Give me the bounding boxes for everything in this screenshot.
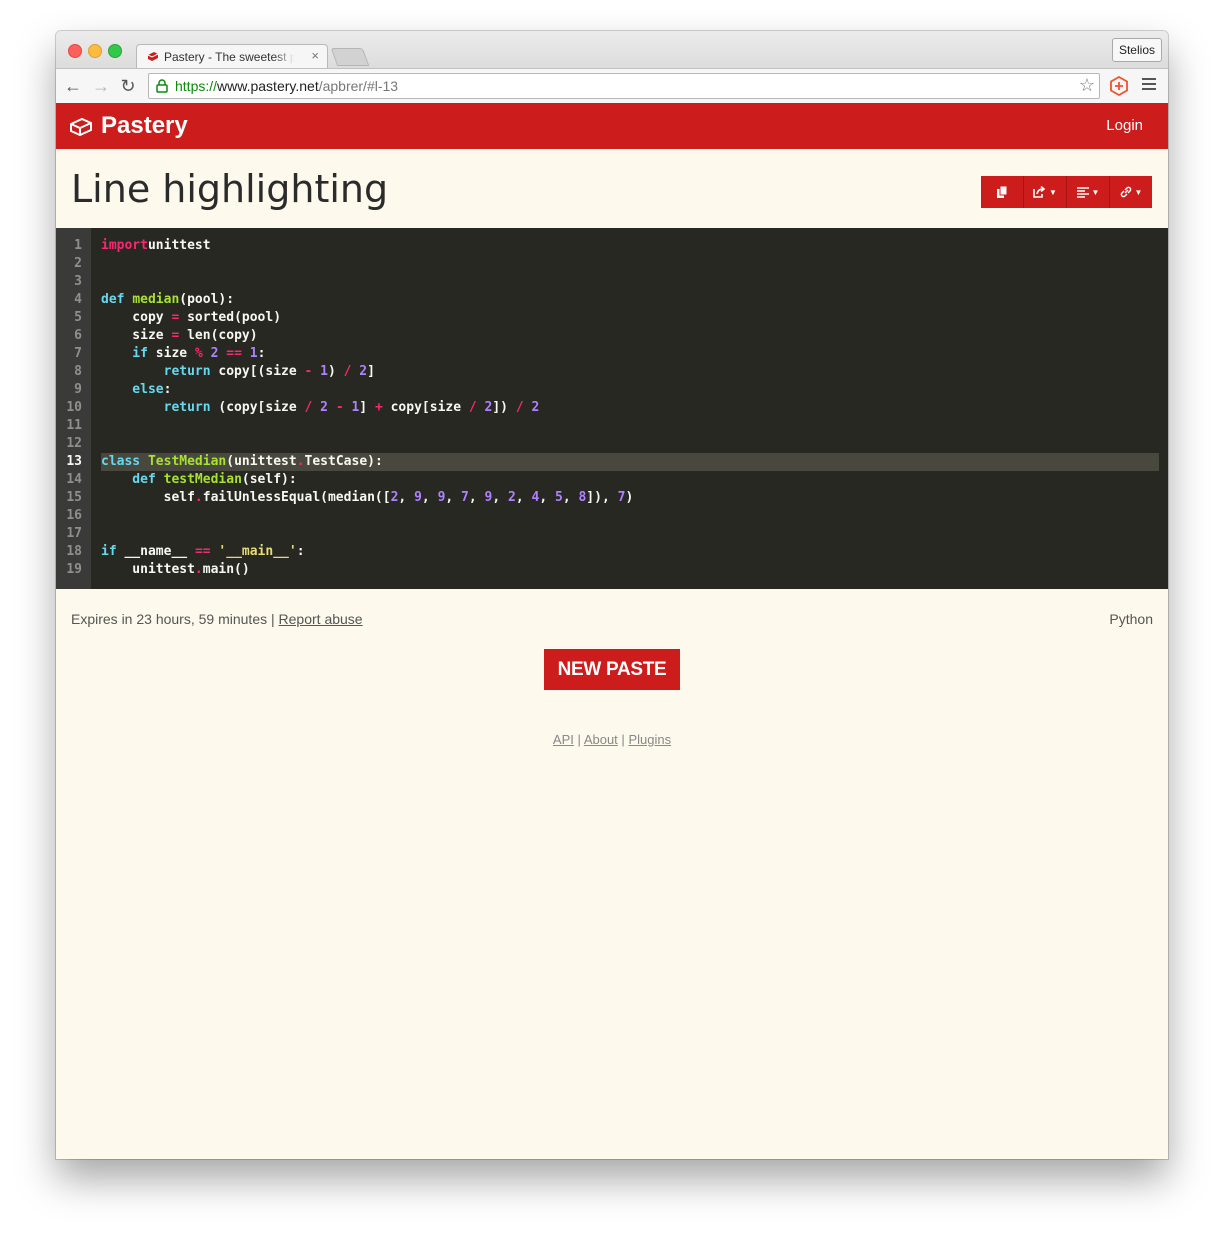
copy-icon <box>997 185 1008 198</box>
bookmark-star-icon[interactable]: ☆ <box>1079 75 1095 96</box>
align-dropdown-button[interactable]: ▼ <box>1067 176 1110 208</box>
browser-tab[interactable]: Pastery - The sweetest paste × <box>136 44 328 69</box>
url-host: www.pastery.net <box>217 78 319 94</box>
browser-window: Pastery - The sweetest paste × Stelios ←… <box>56 31 1168 1159</box>
new-paste-button[interactable]: NEW PASTE <box>544 649 680 690</box>
caret-down-icon: ▼ <box>1134 187 1143 197</box>
code-block: 1 2 3 4 5 6 7 8 9 10 11 12 13 14 15 16 1… <box>56 228 1168 589</box>
browser-menu-icon[interactable] <box>1142 78 1156 93</box>
line-number[interactable]: 6 <box>56 327 82 345</box>
site-brand[interactable]: Pastery <box>101 112 188 140</box>
footer-links: API | About | Plugins <box>56 732 1168 747</box>
code-line: self.failUnlessEqual(median([2, 9, 9, 7,… <box>101 490 634 505</box>
line-number[interactable]: 9 <box>56 381 82 399</box>
code-line: return (copy[size / 2 - 1] + copy[size /… <box>101 400 540 415</box>
line-number[interactable]: 4 <box>56 291 82 309</box>
url-text: https://www.pastery.net/apbrer/#l-13 <box>175 78 398 94</box>
url-scheme: https:// <box>175 78 218 94</box>
caret-down-icon: ▼ <box>1049 187 1057 197</box>
code-line: importunittest <box>101 238 211 253</box>
line-number[interactable]: 5 <box>56 309 82 327</box>
paste-actions: ▼ ▼ ▼ <box>981 176 1152 208</box>
footer-separator: | <box>577 732 581 747</box>
pastery-logo-icon[interactable] <box>70 116 92 136</box>
tab-close-icon[interactable]: × <box>311 48 319 63</box>
line-number[interactable]: 3 <box>56 273 82 291</box>
line-number[interactable]: 15 <box>56 489 82 507</box>
zoom-window-button[interactable] <box>108 44 122 58</box>
line-number-highlighted[interactable]: 13 <box>56 453 82 471</box>
meta-separator: | <box>271 611 275 627</box>
profile-button[interactable]: Stelios <box>1111 38 1162 62</box>
line-number[interactable]: 18 <box>56 543 82 561</box>
tab-title: Pastery - The sweetest paste <box>164 50 294 64</box>
code-line: def testMedian(self): <box>101 472 297 487</box>
address-bar[interactable]: https://www.pastery.net/apbrer/#l-13 ☆ <box>148 73 1100 99</box>
lock-icon <box>156 79 168 93</box>
about-link[interactable]: About <box>584 732 618 747</box>
copy-button[interactable] <box>981 176 1024 208</box>
line-number[interactable]: 1 <box>56 237 82 255</box>
plugins-link[interactable]: Plugins <box>628 732 671 747</box>
forward-arrow-icon[interactable]: → <box>91 76 111 96</box>
new-tab-button[interactable] <box>330 48 370 66</box>
align-left-icon <box>1076 186 1089 198</box>
line-number[interactable]: 8 <box>56 363 82 381</box>
pastery-favicon-icon <box>147 52 159 61</box>
url-path: /apbrer/#l-13 <box>318 78 399 94</box>
line-number[interactable]: 7 <box>56 345 82 363</box>
code-line: else: <box>101 382 172 397</box>
close-window-button[interactable] <box>68 44 82 58</box>
line-number[interactable]: 14 <box>56 471 82 489</box>
reload-icon[interactable]: ↻ <box>118 76 138 96</box>
line-number-gutter: 1 2 3 4 5 6 7 8 9 10 11 12 13 14 15 16 1… <box>56 228 91 589</box>
code-line: return copy[(size - 1) / 2] <box>101 364 375 379</box>
footer-separator: | <box>621 732 625 747</box>
line-number[interactable]: 17 <box>56 525 82 543</box>
api-link[interactable]: API <box>553 732 574 747</box>
language-label: Python <box>1109 611 1153 627</box>
login-link[interactable]: Login <box>1106 117 1143 134</box>
code-line: def median(pool): <box>101 292 235 307</box>
line-number[interactable]: 11 <box>56 417 82 435</box>
code-line: copy = sorted(pool) <box>101 310 282 325</box>
link-dropdown-button[interactable]: ▼ <box>1110 176 1152 208</box>
browser-toolbar: ← → ↻ https://www.pastery.net/apbrer/#l-… <box>56 68 1168 105</box>
paste-meta: Expires in 23 hours, 59 minutes | Report… <box>71 611 363 627</box>
minimize-window-button[interactable] <box>88 44 102 58</box>
code-line: unittest.main() <box>101 562 250 577</box>
link-icon <box>1120 186 1131 198</box>
line-number[interactable]: 10 <box>56 399 82 417</box>
back-arrow-icon[interactable]: ← <box>63 76 83 96</box>
caret-down-icon: ▼ <box>1091 187 1100 197</box>
line-number[interactable]: 12 <box>56 435 82 453</box>
site-header: Pastery Login <box>56 103 1168 149</box>
title-bar: Pastery - The sweetest paste × Stelios <box>56 31 1168 69</box>
code-line: if __name__ == '__main__': <box>101 544 305 559</box>
share-icon <box>1033 186 1046 198</box>
page-title: Line highlighting <box>71 167 389 211</box>
code-line: size = len(copy) <box>101 328 258 343</box>
expiry-text: Expires in 23 hours, 59 minutes <box>71 611 268 627</box>
code-line-highlighted: class TestMedian(unittest.TestCase): <box>101 454 383 469</box>
extension-icon[interactable] <box>1109 76 1129 96</box>
line-number[interactable]: 19 <box>56 561 82 579</box>
line-number[interactable]: 16 <box>56 507 82 525</box>
share-dropdown-button[interactable]: ▼ <box>1024 176 1067 208</box>
report-abuse-link[interactable]: Report abuse <box>279 611 363 627</box>
code-line: if size % 2 == 1: <box>101 346 266 361</box>
line-number[interactable]: 2 <box>56 255 82 273</box>
